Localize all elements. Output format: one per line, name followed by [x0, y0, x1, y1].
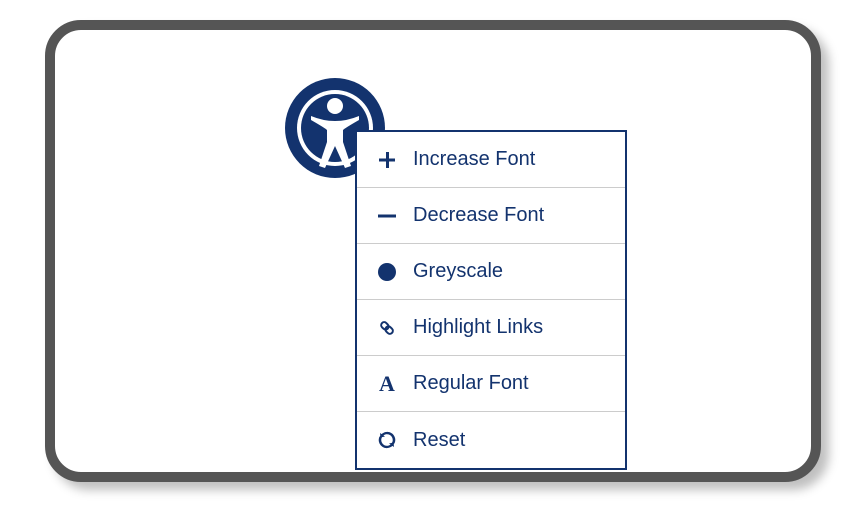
menu-item-label: Greyscale: [413, 260, 503, 283]
menu-item-increase-font[interactable]: Increase Font: [357, 132, 625, 188]
menu-item-label: Regular Font: [413, 372, 529, 395]
menu-item-decrease-font[interactable]: Decrease Font: [357, 188, 625, 244]
menu-item-highlight-links[interactable]: Highlight Links: [357, 300, 625, 356]
font-a-icon: A: [373, 371, 401, 397]
menu-item-reset[interactable]: Reset: [357, 412, 625, 468]
menu-item-label: Decrease Font: [413, 204, 544, 227]
refresh-icon: [373, 431, 401, 449]
menu-item-regular-font[interactable]: A Regular Font: [357, 356, 625, 412]
menu-item-label: Increase Font: [413, 148, 535, 171]
menu-item-greyscale[interactable]: Greyscale: [357, 244, 625, 300]
plus-icon: [373, 152, 401, 168]
link-icon: [373, 318, 401, 338]
circle-icon: [373, 262, 401, 282]
menu-item-label: Highlight Links: [413, 316, 543, 339]
accessibility-card: Increase Font Decrease Font Greyscale: [45, 20, 821, 482]
accessibility-menu: Increase Font Decrease Font Greyscale: [355, 130, 627, 470]
menu-item-label: Reset: [413, 429, 465, 452]
minus-icon: [373, 208, 401, 224]
